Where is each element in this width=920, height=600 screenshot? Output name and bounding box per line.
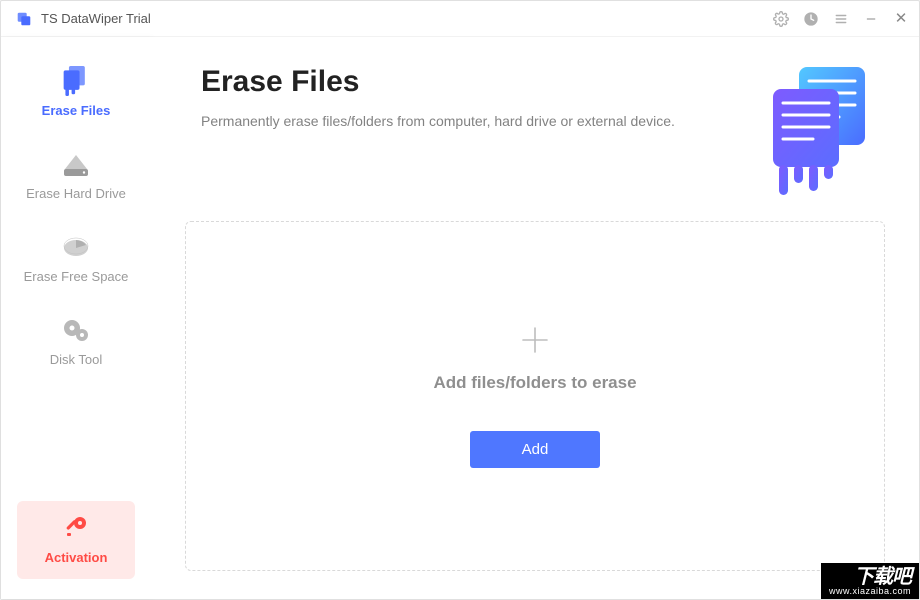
- main-content: Erase Files Permanently erase files/fold…: [151, 37, 919, 599]
- activation-button[interactable]: Activation: [17, 501, 135, 579]
- sidebar-item-disk-tool[interactable]: Disk Tool: [1, 298, 151, 381]
- sidebar-item-erase-free-space[interactable]: Erase Free Space: [1, 215, 151, 298]
- sidebar-item-erase-hard-drive[interactable]: Erase Hard Drive: [1, 132, 151, 215]
- titlebar: TS DataWiper Trial – ✕: [1, 1, 919, 37]
- app-title: TS DataWiper Trial: [41, 11, 151, 26]
- dropzone-label: Add files/folders to erase: [433, 373, 636, 393]
- page-title: Erase Files: [201, 65, 759, 99]
- sidebar-item-erase-files[interactable]: Erase Files: [1, 49, 151, 132]
- clock-icon[interactable]: [803, 11, 819, 27]
- page-subtitle: Permanently erase files/folders from com…: [201, 113, 759, 129]
- pie-icon: [56, 231, 96, 263]
- menu-icon[interactable]: [833, 11, 849, 27]
- plus-icon: [520, 325, 550, 355]
- app-logo-icon: [15, 10, 33, 28]
- sidebar: Erase Files Erase Hard Drive: [1, 37, 151, 599]
- app-window: TS DataWiper Trial – ✕: [0, 0, 920, 600]
- watermark: 下载吧 www.xiazaiba.com: [821, 563, 919, 599]
- sidebar-item-label: Erase Hard Drive: [26, 186, 126, 201]
- close-button[interactable]: ✕: [893, 11, 909, 27]
- watermark-big: 下载吧: [829, 567, 911, 587]
- watermark-small: www.xiazaiba.com: [829, 587, 911, 596]
- dropzone[interactable]: Add files/folders to erase Add: [185, 221, 885, 571]
- add-button[interactable]: Add: [470, 431, 601, 468]
- harddrive-icon: [56, 148, 96, 180]
- sidebar-item-label: Erase Free Space: [24, 269, 129, 284]
- minimize-button[interactable]: –: [863, 11, 879, 27]
- files-icon: [56, 65, 96, 97]
- gears-icon: [56, 314, 96, 346]
- key-icon: [63, 515, 89, 544]
- settings-icon[interactable]: [773, 11, 789, 27]
- sidebar-item-label: Disk Tool: [50, 352, 103, 367]
- activation-label: Activation: [45, 550, 108, 565]
- hero-graphic-icon: [759, 65, 879, 195]
- sidebar-item-label: Erase Files: [42, 103, 111, 118]
